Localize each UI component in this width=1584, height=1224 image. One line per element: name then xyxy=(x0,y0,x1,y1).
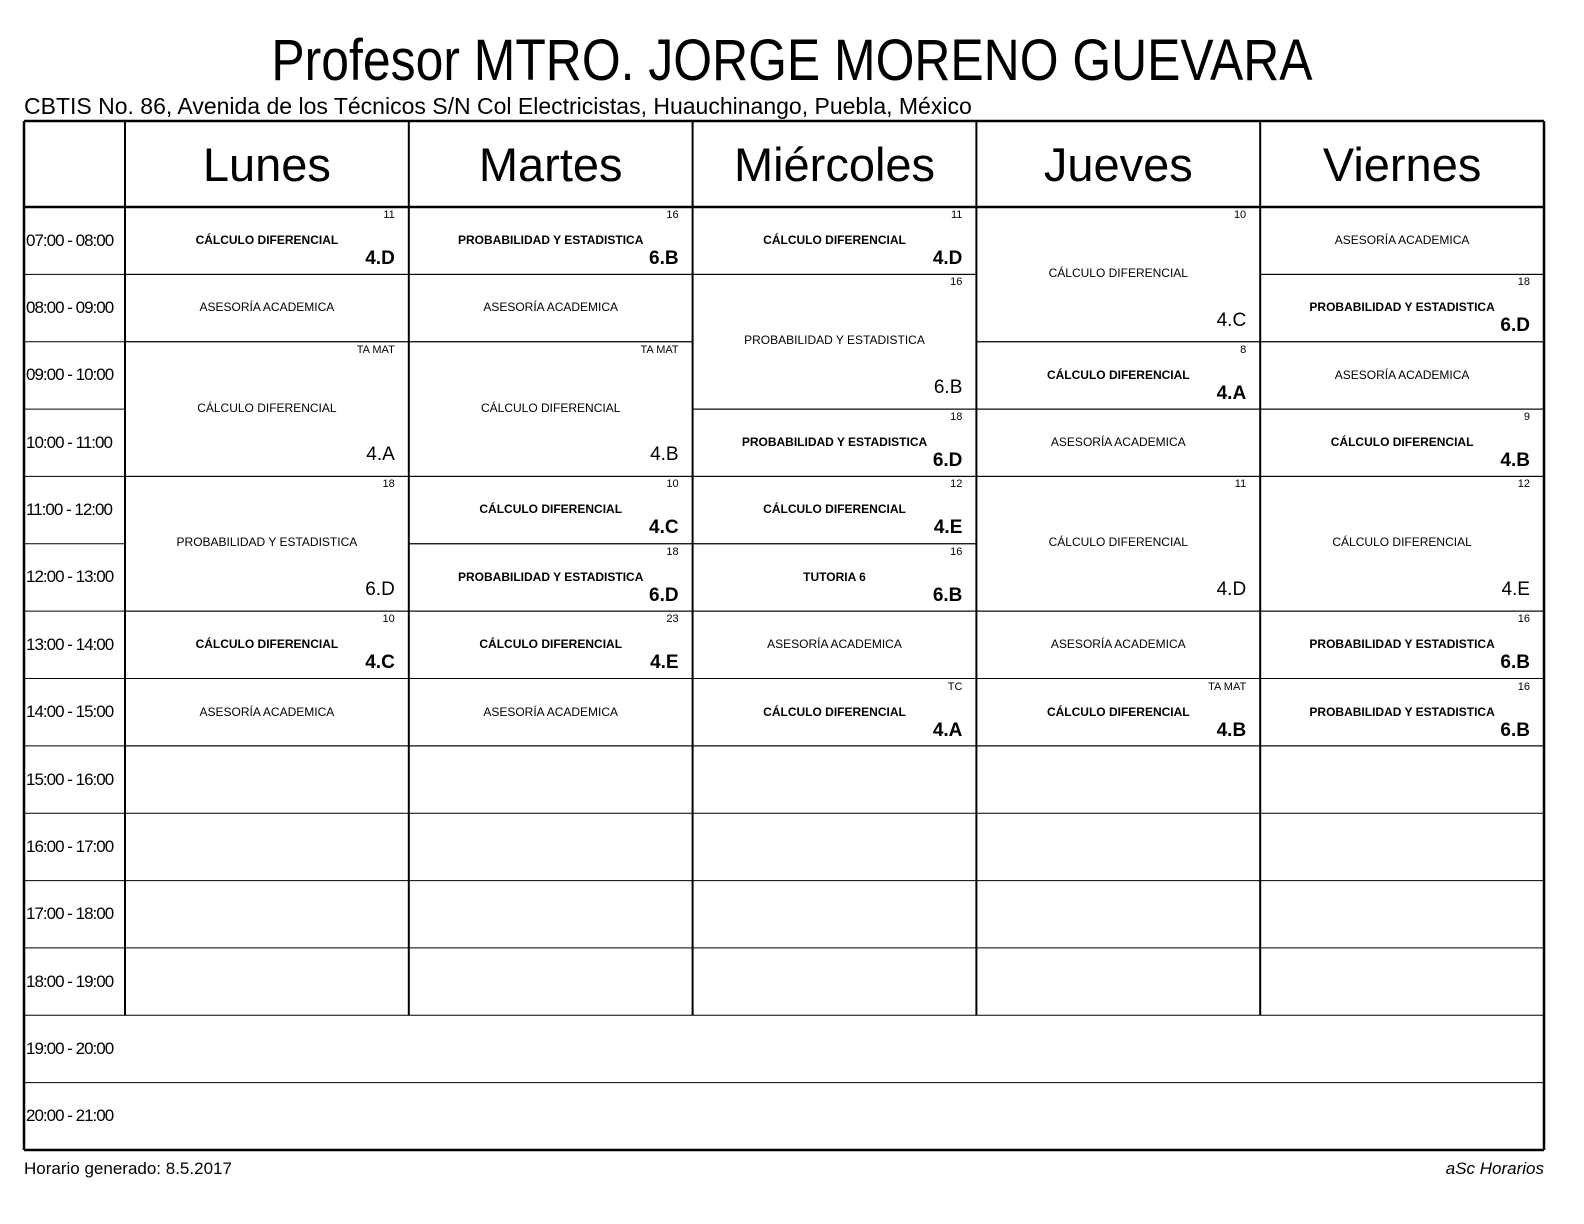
grid-lines xyxy=(22,119,1546,1152)
generated-date: Horario generado: 8.5.2017 xyxy=(24,1159,232,1178)
software-credit: aSc Horarios xyxy=(1445,1159,1544,1178)
timetable-grid: Lunes Martes Miércoles Jueves Viernes 07:00 -… xyxy=(0,0,1584,1224)
